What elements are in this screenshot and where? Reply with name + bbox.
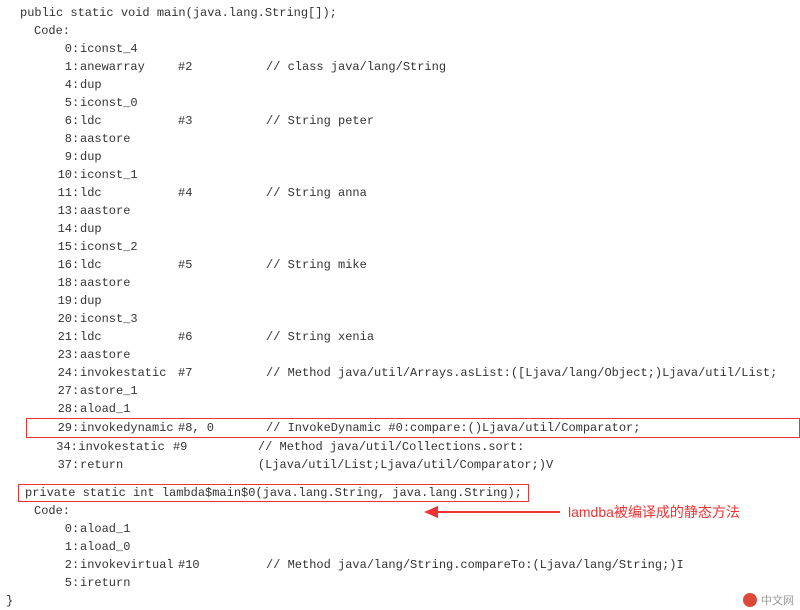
method2-bytecode: 0: aload_11: aload_02: invokevirtual#10/…: [6, 520, 800, 592]
bytecode-row: 4: dup: [6, 76, 800, 94]
lambda-annotation: lamdba被编译成的静态方法: [422, 502, 740, 522]
closing-brace: }: [6, 592, 800, 610]
watermark: 中文网: [743, 592, 794, 608]
watermark-text: 中文网: [761, 592, 794, 608]
bytecode-row: 18: aastore: [6, 274, 800, 292]
bytecode-row: 20: iconst_3: [6, 310, 800, 328]
watermark-logo-icon: [743, 593, 757, 607]
bytecode-row: 9: dup: [6, 148, 800, 166]
bytecode-row: 14: dup: [6, 220, 800, 238]
bytecode-row: 28: aload_1: [6, 400, 800, 418]
method1-code-label: Code:: [6, 22, 800, 40]
bytecode-row: 34: invokestatic#9// Method java/util/Co…: [6, 438, 800, 456]
bytecode-row: 6: ldc#3// String peter: [6, 112, 800, 130]
method1-bytecode: 0: iconst_41: anewarray#2// class java/l…: [6, 40, 800, 474]
bytecode-row: 10: iconst_1: [6, 166, 800, 184]
bytecode-row: 21: ldc#6// String xenia: [6, 328, 800, 346]
bytecode-row: 5: iconst_0: [6, 94, 800, 112]
bytecode-row: 16: ldc#5// String mike: [6, 256, 800, 274]
bytecode-row: 8: aastore: [6, 130, 800, 148]
bytecode-row: 27: astore_1: [6, 382, 800, 400]
bytecode-row: 1: anewarray#2// class java/lang/String: [6, 58, 800, 76]
bytecode-row: 0: iconst_4: [6, 40, 800, 58]
bytecode-row: 29: invokedynamic#8, 0// InvokeDynamic #…: [26, 418, 800, 438]
bytecode-row: 5: ireturn: [6, 574, 800, 592]
bytecode-row: 1: aload_0: [6, 538, 800, 556]
bytecode-row: 24: invokestatic#7// Method java/util/Ar…: [6, 364, 800, 382]
bytecode-row: 11: ldc#4// String anna: [6, 184, 800, 202]
arrow-left-icon: [422, 503, 562, 521]
bytecode-row: 23: aastore: [6, 346, 800, 364]
bytecode-row: 0: aload_1: [6, 520, 800, 538]
method2-signature-highlight: private static int lambda$main$0(java.la…: [18, 484, 529, 502]
bytecode-row: 2: invokevirtual#10// Method java/lang/S…: [6, 556, 800, 574]
bytecode-row: 19: dup: [6, 292, 800, 310]
method1-signature: public static void main(java.lang.String…: [6, 4, 800, 22]
bytecode-row: 13: aastore: [6, 202, 800, 220]
annotation-text: lamdba被编译成的静态方法: [568, 502, 740, 522]
bytecode-row: 15: iconst_2: [6, 238, 800, 256]
